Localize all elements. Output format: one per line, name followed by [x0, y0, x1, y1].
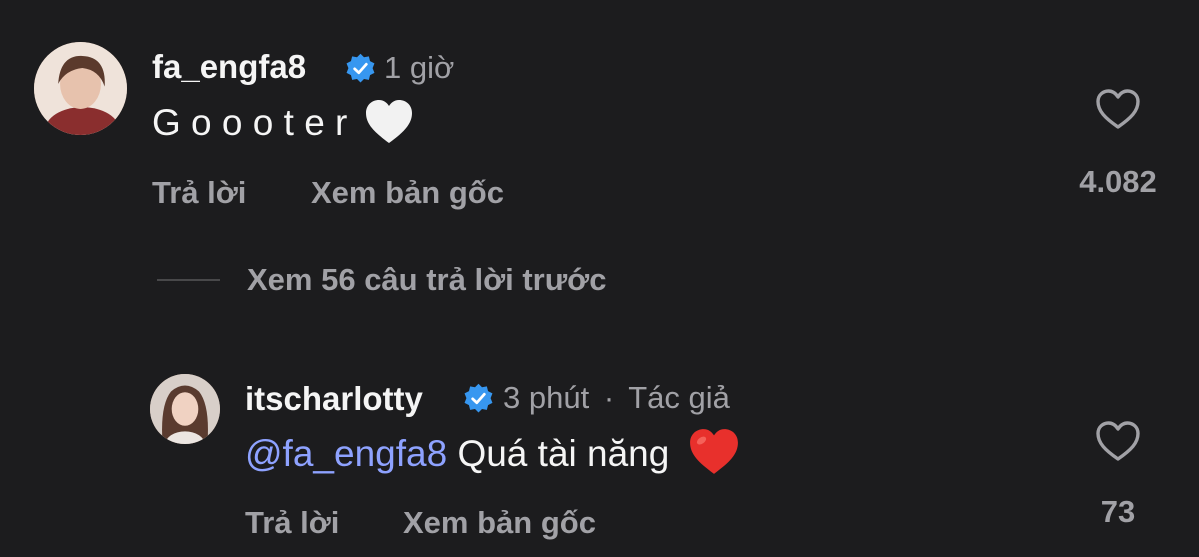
avatar-photo-icon: [34, 42, 127, 135]
verified-badge-icon: [464, 383, 493, 413]
author-badge: Tác giả: [628, 380, 730, 415]
mention-link[interactable]: @fa_engfa8: [245, 433, 447, 474]
avatar[interactable]: [34, 42, 127, 135]
see-original-button[interactable]: Xem bản gốc: [403, 505, 596, 541]
reply-button[interactable]: Trả lời: [245, 505, 339, 541]
verified-badge-icon: [346, 53, 375, 83]
reply-body: Quá tài năng: [447, 433, 670, 474]
comment-text: G o o o t e r: [152, 100, 414, 145]
white-heart-icon: [365, 100, 412, 144]
comment-body: G o o o t e r: [152, 102, 348, 143]
meta-separator: ·: [603, 380, 615, 415]
reply-text: @fa_engfa8 Quá tài năng: [245, 429, 740, 476]
reply-timestamp: 3 phút: [503, 380, 590, 415]
avatar[interactable]: [150, 374, 220, 444]
heart-outline-icon[interactable]: [1094, 419, 1142, 463]
replies-divider: [157, 279, 220, 281]
avatar-photo-icon: [150, 374, 220, 444]
reply-button[interactable]: Trả lời: [152, 175, 246, 211]
comment-timestamp: 1 giờ: [384, 50, 455, 85]
red-heart-icon: [689, 429, 738, 475]
see-original-button[interactable]: Xem bản gốc: [311, 175, 504, 211]
heart-outline-icon[interactable]: [1094, 87, 1142, 131]
comment-username[interactable]: fa_engfa8: [152, 48, 306, 86]
reply-username[interactable]: itscharlotty: [245, 380, 423, 418]
like-count: 73: [1100, 494, 1136, 529]
view-previous-replies-button[interactable]: Xem 56 câu trả lời trước: [247, 262, 606, 298]
reply-meta: 3 phút · Tác giả: [503, 380, 730, 416]
like-count: 4.082: [1079, 164, 1157, 199]
